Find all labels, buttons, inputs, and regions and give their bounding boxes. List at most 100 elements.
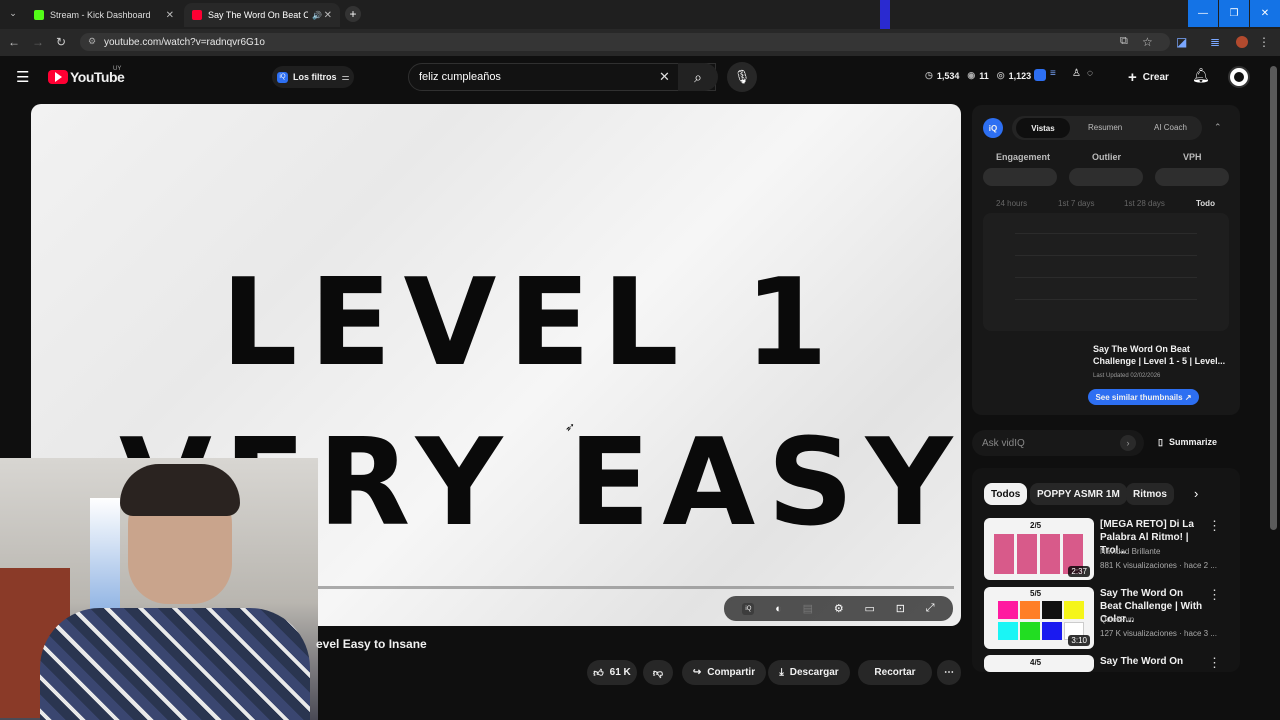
send-arrow-icon[interactable]: › [1120, 435, 1136, 451]
close-icon[interactable]: ✕ [166, 10, 174, 21]
collapse-chevron-icon[interactable]: ⌃ [1214, 122, 1222, 133]
clip-label: Recortar [874, 667, 916, 678]
forward-icon[interactable]: → [32, 35, 44, 49]
chip-ritmos[interactable]: Ritmos [1126, 483, 1174, 505]
minimize-button[interactable]: — [1188, 0, 1218, 27]
more-vertical-icon[interactable]: ⋮ [1208, 587, 1221, 603]
rec-channel[interactable]: QuickFun [1100, 615, 1134, 624]
voice-search-button[interactable]: 🎙 [727, 62, 757, 92]
plus-icon: + [1128, 68, 1137, 86]
new-tab-button[interactable]: + [345, 6, 361, 22]
tab-resumen[interactable]: Resumen [1088, 123, 1122, 132]
rec-thumbnail[interactable]: 5/5 3:10 [984, 587, 1094, 649]
url-bar[interactable]: ⚙ youtube.com/watch?v=radnqvr6G1o [80, 33, 1170, 51]
share-icon: ↪ [692, 667, 702, 678]
award-icon[interactable]: ♙ [1072, 68, 1081, 79]
create-label: Crear [1142, 71, 1169, 83]
rec-title[interactable]: Say The Word On Beat [1100, 655, 1206, 669]
cam-shirt [40, 608, 310, 720]
create-button[interactable]: + Crear [1128, 66, 1169, 88]
filters-button[interactable]: iQ Los filtros ⚌ [272, 66, 354, 88]
chat-icon[interactable]: ◌ [1087, 68, 1093, 79]
browser-menu-icon[interactable]: ⋮ [1258, 35, 1270, 49]
fullscreen-icon[interactable]: ⤢ [926, 602, 935, 615]
metric-engagement: Engagement [996, 152, 1051, 162]
rec-channel[interactable]: Navidad Brillante [1100, 547, 1160, 556]
reading-list-icon[interactable]: ≣ [1210, 35, 1220, 49]
vidiq-toolbar-icon[interactable] [1034, 69, 1046, 81]
subtitles-icon[interactable]: ▤ [803, 602, 813, 615]
more-vertical-icon[interactable]: ⋮ [1208, 655, 1221, 671]
rec-meta: 127 K visualizaciones · hace 3 ... [1100, 629, 1217, 638]
search-input[interactable]: feliz cumpleaños ✕ [408, 63, 716, 91]
settings-gear-icon[interactable]: ⚙ [834, 602, 844, 615]
range-28d[interactable]: 1st 28 days [1124, 199, 1165, 208]
search-icon: ⌕ [694, 68, 702, 85]
download-icon: ⤓ [779, 667, 784, 678]
video-progress-bar[interactable] [318, 586, 954, 589]
range-all[interactable]: Todo [1196, 199, 1215, 208]
tab-youtube-video[interactable]: Say The Word On Beat Cha 🔊 ✕ [184, 3, 340, 27]
rec-thumbnail[interactable]: 2/5 2:37 [984, 518, 1094, 580]
back-icon[interactable]: ← [8, 35, 20, 49]
clip-button[interactable]: Recortar [858, 660, 932, 685]
summarize-label: Summarize [1168, 437, 1217, 447]
extension-icon[interactable]: ◪ [1176, 35, 1187, 49]
metric-vph-value [1155, 168, 1229, 186]
list-icon[interactable]: ≡ [1050, 68, 1056, 79]
similar-thumbnails-button[interactable]: See similar thumbnails ↗ [1088, 389, 1199, 405]
chips-next-chevron-icon[interactable]: › [1194, 486, 1198, 501]
tab-search-icon[interactable]: ⌄ [6, 6, 20, 20]
chip-todos[interactable]: Todos [984, 483, 1028, 505]
maximize-button[interactable]: ❐ [1219, 0, 1249, 27]
dislike-button[interactable]: 👎︎ [643, 660, 673, 685]
youtube-logo-icon[interactable] [48, 70, 68, 84]
share-label: Compartir [707, 667, 756, 678]
page-scrollbar[interactable] [1270, 66, 1277, 530]
close-icon[interactable]: ✕ [324, 10, 332, 21]
site-info-icon[interactable]: ⚙ [88, 36, 96, 47]
install-app-icon[interactable]: ⧉ [1120, 35, 1128, 48]
close-window-button[interactable]: ✕ [1250, 0, 1280, 27]
range-7d[interactable]: 1st 7 days [1058, 199, 1094, 208]
search-button[interactable]: ⌕ [678, 63, 718, 91]
chip-poppy-asmr[interactable]: POPPY ASMR 1M [1030, 483, 1127, 505]
notifications-bell-icon[interactable]: 🔔︎ [1192, 67, 1210, 84]
filters-label: Los filtros [293, 72, 337, 82]
channel-avatar[interactable] [1228, 66, 1250, 88]
vidiq-stats: ◷ 1,534 ◉ 11 ◎ 1,123 [925, 70, 1031, 81]
clear-search-icon[interactable]: ✕ [659, 69, 670, 85]
tab-kick-dashboard[interactable]: Stream - Kick Dashboard ✕ [26, 3, 182, 27]
audio-playing-icon[interactable]: 🔊 [312, 11, 322, 20]
ask-vidiq-input[interactable]: Ask vidIQ › [972, 430, 1144, 456]
search-value: feliz cumpleaños [419, 71, 501, 83]
stat-views: 11 [979, 70, 989, 81]
player-controls: iQ ◐ ▤ ⚙ ▭ ⊡ ⤢ [724, 596, 953, 621]
miniplayer-icon[interactable]: ▭ [865, 602, 875, 615]
more-horizontal-icon: ⋯ [944, 667, 954, 678]
like-button[interactable]: 👍︎ 61 K [587, 660, 637, 685]
vidiq-player-icon[interactable]: iQ [742, 602, 755, 615]
stat-items: 1,123 [1008, 70, 1032, 81]
tab-vistas[interactable]: Vistas [1016, 118, 1070, 138]
hamburger-menu-icon[interactable]: ☰ [16, 68, 29, 86]
autoplay-toggle-icon[interactable]: ◐ [775, 603, 782, 615]
summarize-button[interactable]: ▯ Summarize [1158, 437, 1217, 448]
kick-favicon-icon [34, 10, 44, 20]
sliders-icon: ⚌ [341, 71, 350, 82]
cast-icon[interactable]: ⊡ [896, 602, 905, 615]
more-vertical-icon[interactable]: ⋮ [1208, 518, 1221, 534]
region-code: UY [113, 66, 122, 72]
profile-avatar[interactable] [1236, 36, 1248, 48]
share-button[interactable]: ↪ Compartir [682, 660, 766, 685]
metric-outlier-value [1069, 168, 1143, 186]
tab-ai-coach[interactable]: AI Coach [1154, 123, 1187, 132]
download-button[interactable]: ⤓ Descargar [768, 660, 850, 685]
metric-engagement-value [983, 168, 1057, 186]
rec-thumbnail[interactable]: 4/5 [984, 655, 1094, 672]
bookmark-star-icon[interactable]: ☆ [1142, 35, 1153, 49]
more-actions-button[interactable]: ⋯ [937, 660, 961, 685]
range-24h[interactable]: 24 hours [996, 199, 1027, 208]
thumbs-up-icon: 👍︎ [593, 667, 604, 679]
reload-icon[interactable]: ↻ [56, 35, 66, 49]
